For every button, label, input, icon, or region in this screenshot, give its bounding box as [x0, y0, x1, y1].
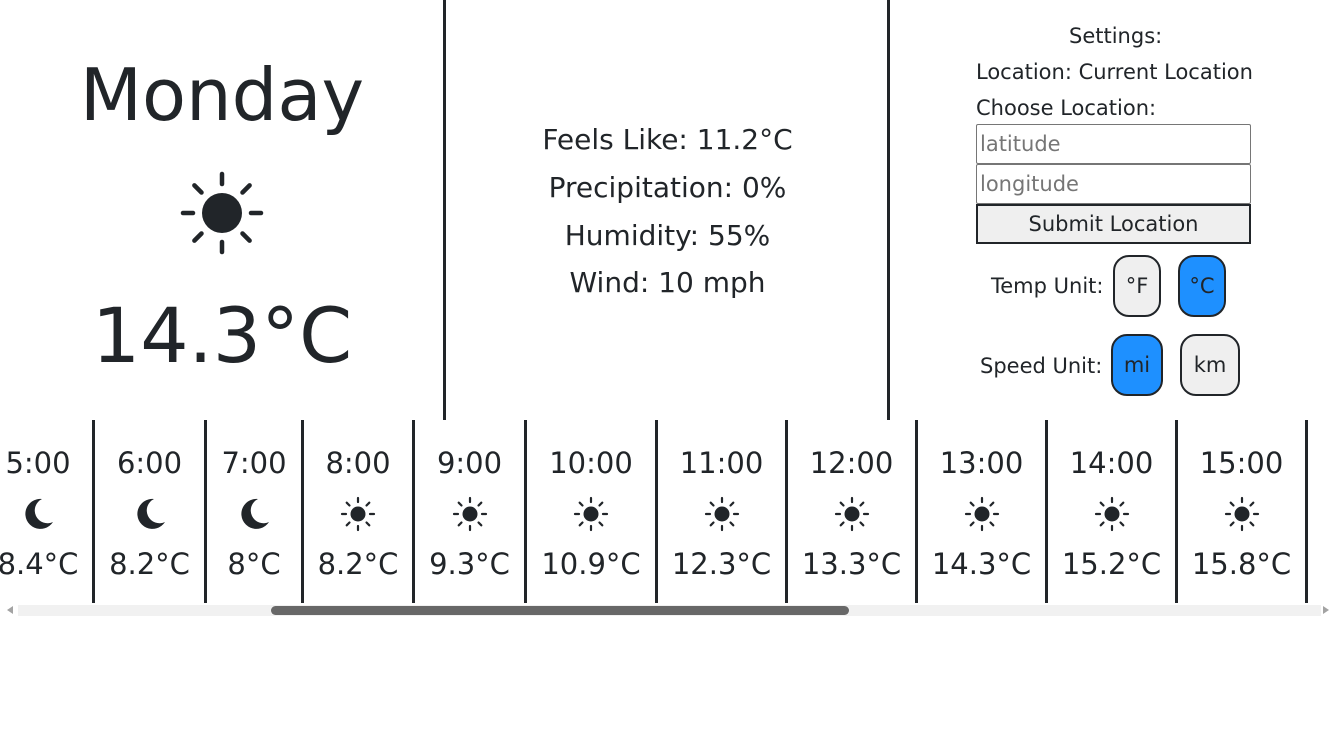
hour-time: 11:00	[679, 446, 764, 480]
current-weather-panel: Monday 14.3°C	[0, 0, 444, 420]
current-temperature: 14.3°C	[91, 291, 353, 380]
hour-divider	[204, 420, 207, 603]
day-name: Monday	[79, 53, 365, 137]
moon-icon	[136, 498, 165, 529]
precipitation: Precipitation: 0%	[548, 171, 787, 204]
column-divider	[443, 0, 446, 420]
humidity: Humidity: 55%	[564, 219, 771, 252]
scrollbar-thumb[interactable]	[271, 606, 849, 615]
hour-divider	[915, 420, 918, 603]
sun-icon	[452, 496, 487, 532]
hour-time: 9:00	[436, 446, 503, 480]
miles-button[interactable]: mi	[1111, 334, 1163, 396]
fahrenheit-button[interactable]: °F	[1113, 255, 1161, 317]
hour-divider	[92, 420, 95, 603]
celsius-button[interactable]: °C	[1178, 255, 1226, 317]
location-label: Location: Current Location	[976, 60, 1253, 84]
hour-divider	[655, 420, 658, 603]
hour-item: 10:00 10.9°C	[527, 420, 655, 603]
hour-time: 5:00	[5, 446, 71, 480]
sun-icon	[834, 496, 869, 532]
submit-location-button[interactable]: Submit Location	[976, 204, 1251, 244]
hour-time: 6:00	[116, 446, 183, 480]
latitude-input[interactable]	[976, 124, 1251, 164]
hour-divider	[412, 420, 415, 603]
hourly-forecast[interactable]: 5:00 8.4°C 6:00 8.2°C 7:00 8°C 8:00 8.2°C 9:00 9.…	[0, 420, 1339, 603]
hour-divider	[1045, 420, 1048, 603]
hour-time: 7:00	[221, 446, 287, 480]
settings-title: Settings:	[1069, 24, 1163, 48]
speed-unit-label: Speed Unit:	[980, 354, 1103, 378]
moon-icon	[25, 498, 53, 529]
hour-item: 15:00 15.8°C	[1178, 420, 1305, 603]
hour-time: 8:00	[325, 446, 391, 480]
hour-item: 11:00 12.3°C	[658, 420, 785, 603]
hour-item-partial	[1308, 420, 1339, 603]
temp-unit-label: Temp Unit:	[991, 274, 1104, 298]
sun-icon	[180, 171, 264, 255]
settings-panel: Settings: Location: Current Location Cho…	[891, 0, 1339, 420]
column-divider	[887, 0, 890, 420]
weather-details-panel: Feels Like: 11.2°C Precipitation: 0% Hum…	[447, 0, 888, 420]
sun-icon	[964, 496, 999, 532]
sun-icon	[573, 496, 609, 532]
hour-divider	[524, 420, 527, 603]
longitude-input[interactable]	[976, 164, 1251, 204]
sun-icon	[1224, 496, 1259, 532]
hour-time: 10:00	[549, 446, 633, 480]
hour-item: 12:00 13.3°C	[788, 420, 915, 603]
hour-time: 15:00	[1199, 446, 1284, 480]
choose-location-label: Choose Location:	[976, 96, 1157, 120]
hour-divider	[785, 420, 788, 603]
weather-overview: Monday 14.3°C Feels Like: 11.2°C Precipi…	[0, 0, 1339, 420]
sun-icon	[340, 496, 376, 532]
hour-time: 13:00	[939, 446, 1024, 480]
hour-divider	[301, 420, 304, 603]
hour-divider	[1305, 420, 1308, 603]
kilometers-button[interactable]: km	[1180, 334, 1240, 396]
sun-icon	[704, 496, 739, 532]
hour-item: 14:00 15.2°C	[1048, 420, 1175, 603]
scroll-right-arrow-icon[interactable]	[1323, 606, 1329, 614]
sun-icon	[1094, 496, 1129, 532]
wind: Wind: 10 mph	[569, 266, 766, 299]
hour-item: 13:00 14.3°C	[918, 420, 1045, 603]
moon-icon	[241, 498, 269, 529]
hour-time: 12:00	[809, 446, 894, 480]
scroll-left-arrow-icon[interactable]	[7, 606, 13, 614]
hour-temperature: 15.8°C	[1191, 547, 1292, 581]
hour-time: 14:00	[1069, 446, 1154, 480]
hour-divider	[1175, 420, 1178, 603]
feels-like: Feels Like: 11.2°C	[542, 123, 793, 156]
horizontal-scrollbar[interactable]	[0, 603, 1339, 618]
